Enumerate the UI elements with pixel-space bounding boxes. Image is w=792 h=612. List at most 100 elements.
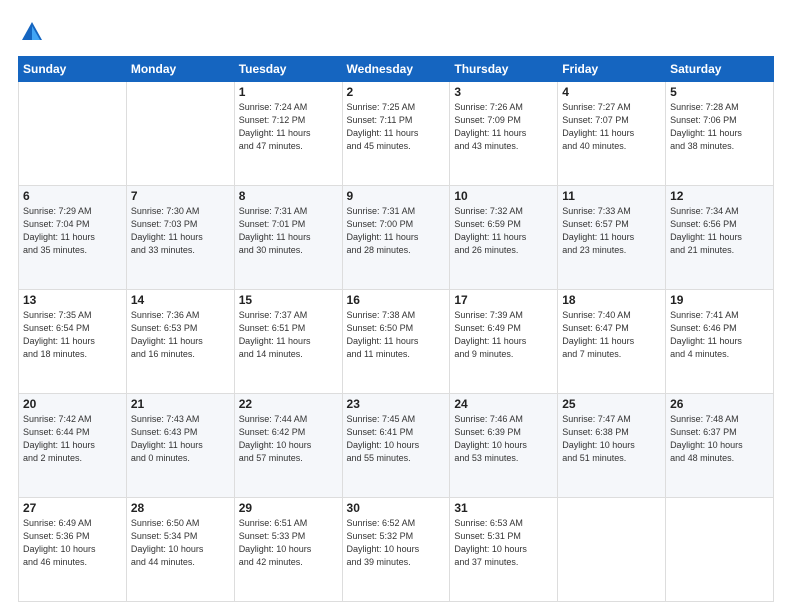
calendar-cell — [126, 82, 234, 186]
day-number: 21 — [131, 397, 230, 411]
weekday-header-sunday: Sunday — [19, 57, 127, 82]
day-info: Sunrise: 6:49 AM Sunset: 5:36 PM Dayligh… — [23, 517, 122, 569]
day-info: Sunrise: 7:46 AM Sunset: 6:39 PM Dayligh… — [454, 413, 553, 465]
calendar-week-3: 20 Sunrise: 7:42 AM Sunset: 6:44 PM Dayli… — [19, 394, 774, 498]
day-info: Sunrise: 7:34 AM Sunset: 6:56 PM Dayligh… — [670, 205, 769, 257]
day-number: 10 — [454, 189, 553, 203]
calendar-cell — [666, 498, 774, 602]
day-info: Sunrise: 7:38 AM Sunset: 6:50 PM Dayligh… — [347, 309, 446, 361]
calendar-cell: 17 Sunrise: 7:39 AM Sunset: 6:49 PM Dayli… — [450, 290, 558, 394]
day-number: 28 — [131, 501, 230, 515]
day-number: 22 — [239, 397, 338, 411]
day-number: 16 — [347, 293, 446, 307]
day-number: 19 — [670, 293, 769, 307]
day-info: Sunrise: 7:42 AM Sunset: 6:44 PM Dayligh… — [23, 413, 122, 465]
day-number: 24 — [454, 397, 553, 411]
day-number: 1 — [239, 85, 338, 99]
calendar-cell: 1 Sunrise: 7:24 AM Sunset: 7:12 PM Daylig… — [234, 82, 342, 186]
day-info: Sunrise: 7:26 AM Sunset: 7:09 PM Dayligh… — [454, 101, 553, 153]
day-number: 9 — [347, 189, 446, 203]
calendar-cell: 9 Sunrise: 7:31 AM Sunset: 7:00 PM Daylig… — [342, 186, 450, 290]
day-info: Sunrise: 7:37 AM Sunset: 6:51 PM Dayligh… — [239, 309, 338, 361]
day-number: 3 — [454, 85, 553, 99]
day-info: Sunrise: 7:24 AM Sunset: 7:12 PM Dayligh… — [239, 101, 338, 153]
calendar-cell: 25 Sunrise: 7:47 AM Sunset: 6:38 PM Dayli… — [558, 394, 666, 498]
day-number: 31 — [454, 501, 553, 515]
calendar-cell: 16 Sunrise: 7:38 AM Sunset: 6:50 PM Dayli… — [342, 290, 450, 394]
day-info: Sunrise: 7:31 AM Sunset: 7:01 PM Dayligh… — [239, 205, 338, 257]
calendar-cell: 29Sunrise: 6:51 AM Sunset: 5:33 PM Dayli… — [234, 498, 342, 602]
day-number: 18 — [562, 293, 661, 307]
calendar-cell: 7 Sunrise: 7:30 AM Sunset: 7:03 PM Daylig… — [126, 186, 234, 290]
day-info: Sunrise: 7:30 AM Sunset: 7:03 PM Dayligh… — [131, 205, 230, 257]
day-info: Sunrise: 7:39 AM Sunset: 6:49 PM Dayligh… — [454, 309, 553, 361]
page: SundayMondayTuesdayWednesdayThursdayFrid… — [0, 0, 792, 612]
day-number: 12 — [670, 189, 769, 203]
calendar-cell: 2 Sunrise: 7:25 AM Sunset: 7:11 PM Daylig… — [342, 82, 450, 186]
day-info: Sunrise: 7:27 AM Sunset: 7:07 PM Dayligh… — [562, 101, 661, 153]
calendar-cell: 31Sunrise: 6:53 AM Sunset: 5:31 PM Dayli… — [450, 498, 558, 602]
day-number: 14 — [131, 293, 230, 307]
calendar-cell: 20 Sunrise: 7:42 AM Sunset: 6:44 PM Dayli… — [19, 394, 127, 498]
calendar-week-4: 27 Sunrise: 6:49 AM Sunset: 5:36 PM Dayli… — [19, 498, 774, 602]
calendar-cell — [19, 82, 127, 186]
logo-icon — [18, 18, 46, 46]
day-info: Sunrise: 7:45 AM Sunset: 6:41 PM Dayligh… — [347, 413, 446, 465]
day-number: 30 — [347, 501, 446, 515]
calendar-cell: 4 Sunrise: 7:27 AM Sunset: 7:07 PM Daylig… — [558, 82, 666, 186]
day-info: Sunrise: 7:35 AM Sunset: 6:54 PM Dayligh… — [23, 309, 122, 361]
day-number: 23 — [347, 397, 446, 411]
day-info: Sunrise: 7:25 AM Sunset: 7:11 PM Dayligh… — [347, 101, 446, 153]
calendar-cell: 19 Sunrise: 7:41 AM Sunset: 6:46 PM Dayli… — [666, 290, 774, 394]
calendar-cell: 13 Sunrise: 7:35 AM Sunset: 6:54 PM Dayli… — [19, 290, 127, 394]
calendar-cell: 26Sunrise: 7:48 AM Sunset: 6:37 PM Dayli… — [666, 394, 774, 498]
day-number: 4 — [562, 85, 661, 99]
weekday-header-friday: Friday — [558, 57, 666, 82]
calendar-cell: 22 Sunrise: 7:44 AM Sunset: 6:42 PM Dayli… — [234, 394, 342, 498]
day-info: Sunrise: 7:44 AM Sunset: 6:42 PM Dayligh… — [239, 413, 338, 465]
day-number: 6 — [23, 189, 122, 203]
calendar-cell: 27 Sunrise: 6:49 AM Sunset: 5:36 PM Dayli… — [19, 498, 127, 602]
weekday-header-thursday: Thursday — [450, 57, 558, 82]
calendar-cell: 10Sunrise: 7:32 AM Sunset: 6:59 PM Dayli… — [450, 186, 558, 290]
day-info: Sunrise: 7:43 AM Sunset: 6:43 PM Dayligh… — [131, 413, 230, 465]
weekday-header-monday: Monday — [126, 57, 234, 82]
calendar-cell: 28 Sunrise: 6:50 AM Sunset: 5:34 PM Dayli… — [126, 498, 234, 602]
day-info: Sunrise: 7:28 AM Sunset: 7:06 PM Dayligh… — [670, 101, 769, 153]
header — [18, 18, 774, 46]
day-number: 20 — [23, 397, 122, 411]
day-info: Sunrise: 7:41 AM Sunset: 6:46 PM Dayligh… — [670, 309, 769, 361]
day-info: Sunrise: 7:29 AM Sunset: 7:04 PM Dayligh… — [23, 205, 122, 257]
day-number: 15 — [239, 293, 338, 307]
calendar-cell: 11 Sunrise: 7:33 AM Sunset: 6:57 PM Dayli… — [558, 186, 666, 290]
day-number: 11 — [562, 189, 661, 203]
calendar-cell: 23 Sunrise: 7:45 AM Sunset: 6:41 PM Dayli… — [342, 394, 450, 498]
day-number: 2 — [347, 85, 446, 99]
day-info: Sunrise: 7:33 AM Sunset: 6:57 PM Dayligh… — [562, 205, 661, 257]
day-info: Sunrise: 7:36 AM Sunset: 6:53 PM Dayligh… — [131, 309, 230, 361]
day-info: Sunrise: 6:52 AM Sunset: 5:32 PM Dayligh… — [347, 517, 446, 569]
calendar-cell — [558, 498, 666, 602]
day-info: Sunrise: 7:31 AM Sunset: 7:00 PM Dayligh… — [347, 205, 446, 257]
day-number: 5 — [670, 85, 769, 99]
day-info: Sunrise: 7:40 AM Sunset: 6:47 PM Dayligh… — [562, 309, 661, 361]
calendar-week-0: 1 Sunrise: 7:24 AM Sunset: 7:12 PM Daylig… — [19, 82, 774, 186]
day-info: Sunrise: 6:50 AM Sunset: 5:34 PM Dayligh… — [131, 517, 230, 569]
calendar-week-2: 13 Sunrise: 7:35 AM Sunset: 6:54 PM Dayli… — [19, 290, 774, 394]
weekday-header-tuesday: Tuesday — [234, 57, 342, 82]
calendar-week-1: 6 Sunrise: 7:29 AM Sunset: 7:04 PM Daylig… — [19, 186, 774, 290]
calendar-cell: 8Sunrise: 7:31 AM Sunset: 7:01 PM Daylig… — [234, 186, 342, 290]
weekday-header-wednesday: Wednesday — [342, 57, 450, 82]
day-number: 17 — [454, 293, 553, 307]
weekday-header-saturday: Saturday — [666, 57, 774, 82]
calendar-cell: 15 Sunrise: 7:37 AM Sunset: 6:51 PM Dayli… — [234, 290, 342, 394]
day-number: 27 — [23, 501, 122, 515]
day-number: 26 — [670, 397, 769, 411]
calendar-cell: 5 Sunrise: 7:28 AM Sunset: 7:06 PM Daylig… — [666, 82, 774, 186]
day-info: Sunrise: 7:47 AM Sunset: 6:38 PM Dayligh… — [562, 413, 661, 465]
calendar-table: SundayMondayTuesdayWednesdayThursdayFrid… — [18, 56, 774, 602]
day-number: 7 — [131, 189, 230, 203]
day-number: 13 — [23, 293, 122, 307]
calendar-cell: 14 Sunrise: 7:36 AM Sunset: 6:53 PM Dayli… — [126, 290, 234, 394]
day-number: 25 — [562, 397, 661, 411]
